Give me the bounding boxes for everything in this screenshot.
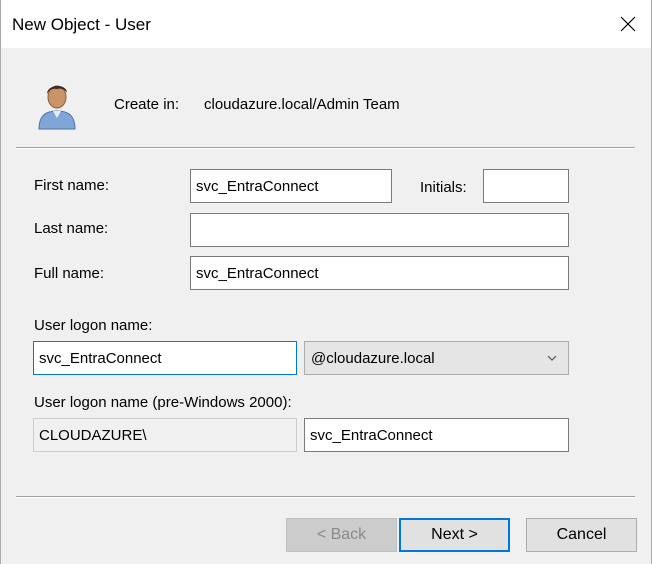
create-in-path: cloudazure.local/Admin Team: [204, 96, 400, 113]
initials-field[interactable]: [483, 169, 569, 203]
title-bar: New Object - User: [1, 0, 651, 48]
logon-name-label: User logon name:: [34, 317, 153, 334]
full-name-field[interactable]: [190, 256, 569, 290]
full-name-label: Full name:: [34, 265, 105, 282]
footer-separator: [16, 496, 635, 498]
close-button[interactable]: [605, 0, 651, 48]
new-user-dialog: New Object - User Create in: cloudazure.…: [0, 0, 652, 564]
pre2000-logon-field[interactable]: [304, 418, 569, 452]
last-name-field[interactable]: [190, 213, 569, 247]
back-button[interactable]: < Back: [286, 518, 397, 552]
pre2000-logon-label: User logon name (pre-Windows 2000):: [34, 394, 292, 411]
first-name-field[interactable]: [190, 169, 392, 203]
chevron-down-icon: [547, 355, 557, 361]
cancel-button[interactable]: Cancel: [526, 518, 637, 552]
last-name-label: Last name:: [34, 220, 109, 237]
header-separator: [16, 147, 635, 149]
logon-name-field[interactable]: [33, 341, 297, 375]
initials-label: Initials:: [420, 179, 467, 196]
first-name-label: First name:: [34, 177, 110, 194]
create-in-label: Create in:: [114, 96, 180, 113]
window-title: New Object - User: [12, 15, 151, 34]
pre2000-domain-field: [33, 418, 297, 452]
upn-suffix-selected: @cloudazure.local: [311, 349, 435, 367]
user-icon: [38, 85, 76, 130]
upn-suffix-dropdown[interactable]: @cloudazure.local: [304, 341, 569, 375]
next-button[interactable]: Next >: [399, 518, 510, 552]
close-icon: [620, 16, 636, 32]
